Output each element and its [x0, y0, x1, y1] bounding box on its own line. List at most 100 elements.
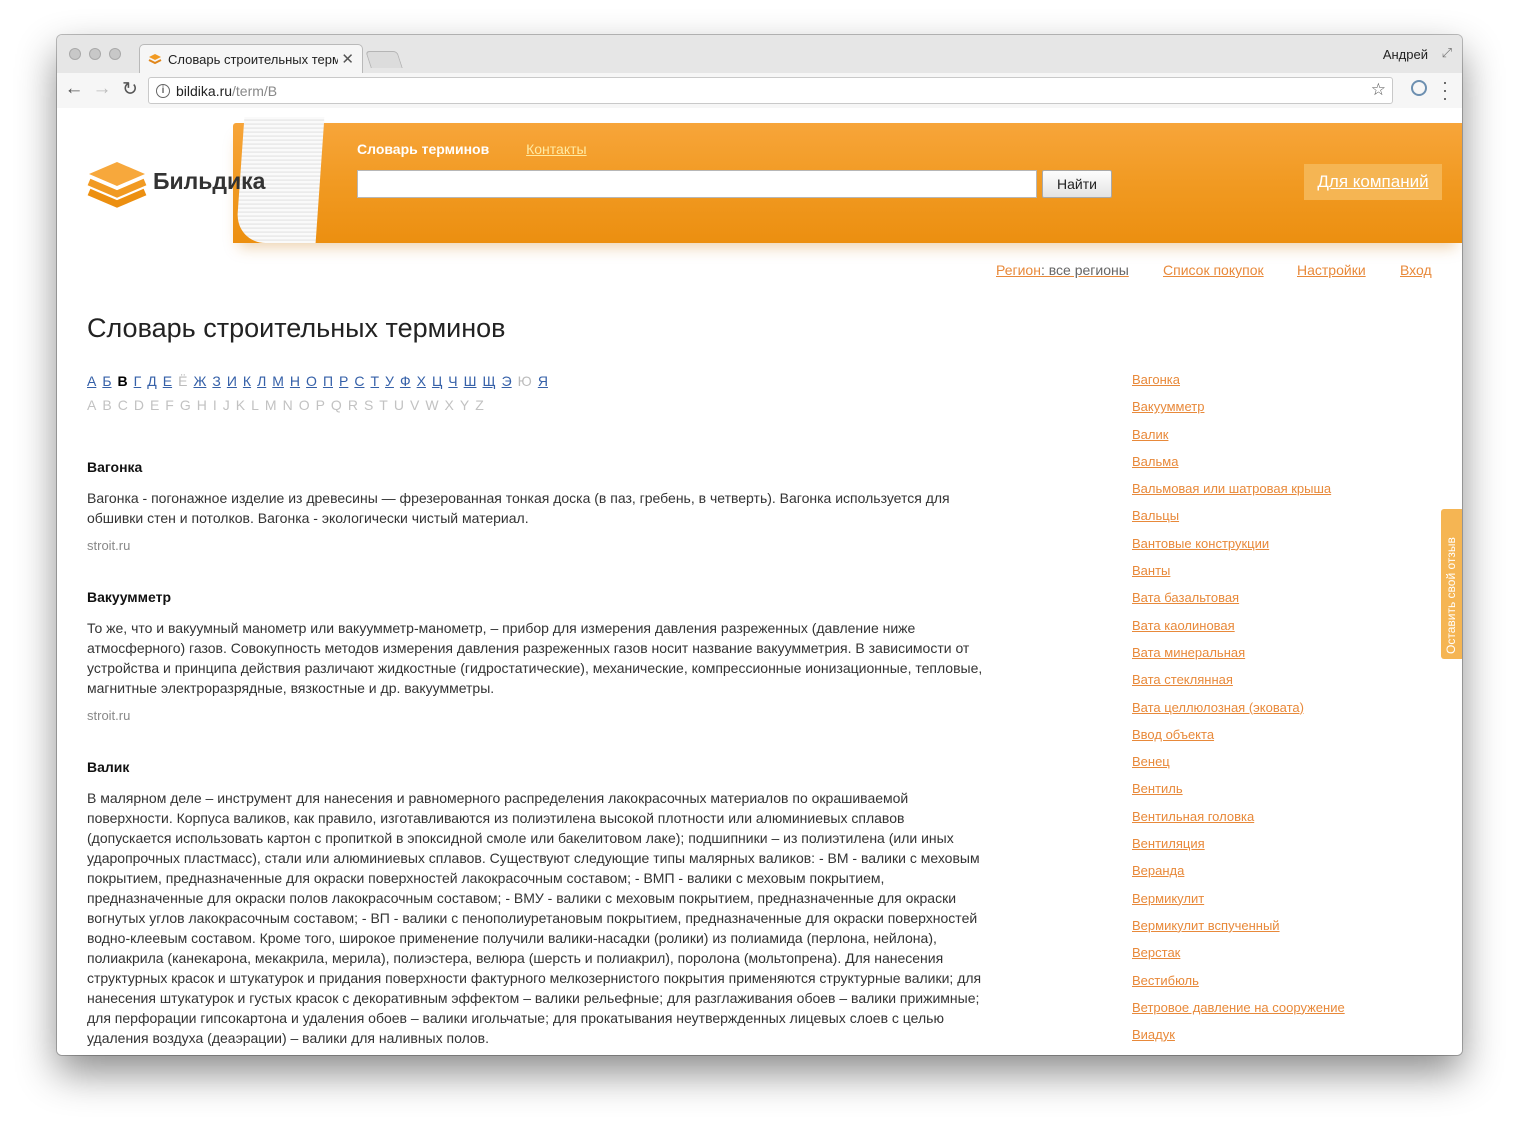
forward-icon[interactable]: → [91, 78, 113, 100]
sidebar-term-link[interactable]: Вестибюль [1132, 973, 1345, 1000]
extension-icon[interactable] [1411, 80, 1427, 96]
letter-link[interactable]: С [354, 373, 364, 389]
nav-contacts[interactable]: Контакты [526, 141, 586, 157]
companies-button[interactable]: Для компаний [1304, 164, 1442, 200]
latin-letter: E [149, 397, 160, 413]
sidebar-term-link[interactable]: Вермикулит вспученный [1132, 918, 1345, 945]
maximize-window-button[interactable] [109, 48, 121, 60]
letter-link[interactable]: П [323, 373, 333, 389]
letter-link[interactable]: У [385, 373, 394, 389]
letter-link[interactable]: Х [417, 373, 426, 389]
sidebar-term-link[interactable]: Вальма [1132, 454, 1345, 481]
reload-icon[interactable]: ↻ [119, 78, 141, 101]
sidebar-term-link[interactable]: Ванты [1132, 563, 1345, 590]
latin-letter: B [102, 397, 112, 413]
url-host: bildika.ru [176, 83, 233, 99]
term-title: Вагонка [87, 459, 143, 475]
sidebar-term-link[interactable]: Вата минеральная [1132, 645, 1345, 672]
fullscreen-icon[interactable]: ⤢ [1442, 45, 1452, 61]
bookmark-star-icon[interactable]: ☆ [1371, 80, 1386, 100]
tab-close-icon[interactable]: ✕ [341, 50, 354, 68]
sidebar-term-link[interactable]: Вермикулит [1132, 891, 1345, 918]
letter-link[interactable]: З [212, 373, 220, 389]
search-input[interactable] [357, 170, 1037, 198]
url-text[interactable]: bildika.ru/term/В [176, 83, 277, 99]
letter-link[interactable]: М [272, 373, 284, 389]
sidebar-term-link[interactable]: Вентиляция [1132, 836, 1345, 863]
brand-name[interactable]: Бильдика [153, 168, 265, 195]
nav-dictionary[interactable]: Словарь терминов [357, 141, 489, 157]
sidebar-term-link[interactable]: Вентиль [1132, 781, 1345, 808]
letter-link[interactable]: Я [538, 373, 548, 389]
bildika-logo-icon[interactable] [87, 160, 147, 208]
sidebar-term-link[interactable]: Верстак [1132, 945, 1345, 972]
sidebar-term-link[interactable]: Вата целлюлозная (эковата) [1132, 700, 1345, 727]
sidebar-term-link[interactable]: Валик [1132, 427, 1345, 454]
sidebar-term-link[interactable]: Вальмовая или шатровая крыша [1132, 481, 1345, 508]
latin-letter: R [347, 397, 358, 413]
sidebar-term-link[interactable]: Вентильная головка [1132, 809, 1345, 836]
letter-link[interactable]: И [227, 373, 237, 389]
browser-tab[interactable]: Словарь строительных терм ✕ [139, 44, 363, 73]
new-tab-button[interactable] [365, 51, 403, 68]
letter-link[interactable]: Л [257, 373, 266, 389]
sidebar-term-link[interactable]: Ветровое давление на сооружение [1132, 1000, 1345, 1027]
latin-letter: K [235, 397, 246, 413]
sidebar-term-link[interactable]: Вата каолиновая [1132, 618, 1345, 645]
minimize-window-button[interactable] [89, 48, 101, 60]
letter-link[interactable]: Ф [400, 373, 411, 389]
back-icon[interactable]: ← [63, 78, 85, 100]
sidebar-term-link[interactable]: Виадук [1132, 1027, 1345, 1054]
sidebar-term-link[interactable]: Вакуумметр [1132, 399, 1345, 426]
letter-link[interactable]: Д [147, 373, 156, 389]
letter-link: Ё [178, 373, 188, 389]
address-bar[interactable]: i bildika.ru/term/В ☆ [148, 77, 1393, 104]
latin-letter: S [363, 397, 374, 413]
latin-letter: J [222, 397, 230, 413]
letter-link[interactable]: К [243, 373, 251, 389]
profile-name[interactable]: Андрей [1383, 47, 1428, 62]
letter-link[interactable]: Щ [482, 373, 495, 389]
latin-letter: I [212, 397, 217, 413]
letter-link[interactable]: Е [163, 373, 172, 389]
close-window-button[interactable] [69, 48, 81, 60]
sidebar-term-link[interactable]: Венец [1132, 754, 1345, 781]
letter-link[interactable]: Р [339, 373, 348, 389]
shopping-list-link[interactable]: Список покупок [1163, 262, 1264, 278]
letter-link[interactable]: Г [134, 373, 142, 389]
sidebar-term-link[interactable]: Ввод объекта [1132, 727, 1345, 754]
letter-link[interactable]: Н [290, 373, 300, 389]
settings-link[interactable]: Настройки [1297, 262, 1366, 278]
term-title: Вакуумметр [87, 589, 172, 605]
region-selector[interactable]: Регион: все регионы [996, 262, 1129, 278]
letter-link[interactable]: А [87, 373, 96, 389]
letter-link[interactable]: Ц [432, 373, 442, 389]
sidebar-term-link[interactable]: Вальцы [1132, 508, 1345, 535]
sidebar-term-link[interactable]: Вагонка [1132, 372, 1345, 399]
site-info-icon[interactable]: i [156, 84, 170, 98]
browser-menu-icon[interactable]: · · · [1442, 73, 1448, 107]
sidebar-term-link[interactable]: Веранда [1132, 863, 1345, 890]
letter-link[interactable]: Т [370, 373, 379, 389]
term-index-sidebar: Вагонка Вакуумметр Валик Вальма Вальмовая ил… [1132, 372, 1345, 1054]
latin-letter: Y [459, 397, 470, 413]
login-link[interactable]: Вход [1400, 262, 1432, 278]
letter-link[interactable]: О [306, 373, 317, 389]
region-label[interactable]: Регион [996, 262, 1041, 278]
letter-link: Ю [517, 373, 532, 389]
sidebar-term-link[interactable]: Вата базальтовая [1132, 590, 1345, 617]
latin-letter: M [264, 397, 277, 413]
latin-letter: O [298, 397, 310, 413]
sidebar-term-link[interactable]: Вантовые конструкции [1132, 536, 1345, 563]
feedback-tab[interactable]: Оставить свой отзыв [1441, 509, 1462, 659]
letter-link[interactable]: Ж [193, 373, 206, 389]
region-value: : все регионы [1040, 262, 1129, 278]
letter-link[interactable]: Б [102, 373, 111, 389]
sidebar-term-link[interactable]: Вата стеклянная [1132, 672, 1345, 699]
letter-link[interactable]: Ч [448, 373, 457, 389]
latin-letter: H [196, 397, 207, 413]
url-path: /term/В [232, 83, 278, 99]
letter-link[interactable]: Ш [464, 373, 477, 389]
letter-link[interactable]: Э [502, 373, 512, 389]
search-button[interactable]: Найти [1042, 170, 1112, 198]
